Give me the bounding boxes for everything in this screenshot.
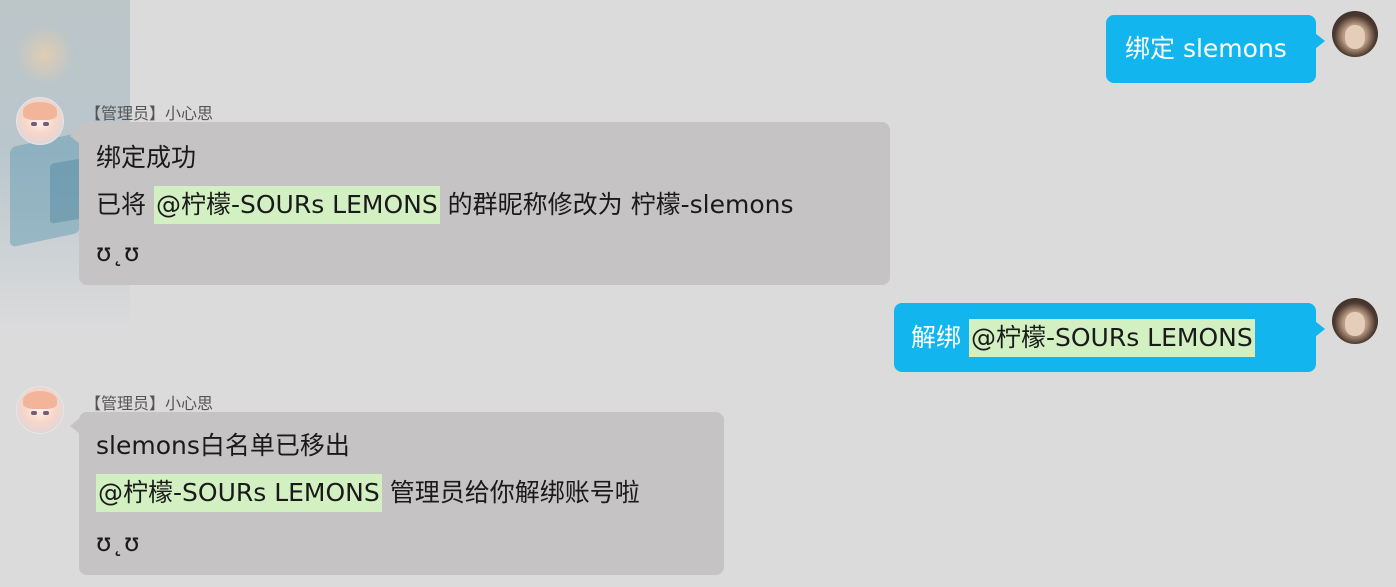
message-text: 已将 (96, 190, 154, 219)
bubble-tail (1315, 33, 1325, 49)
emoticon-text: ʊ˛ʊ (96, 238, 140, 267)
bot-avatar[interactable] (16, 386, 64, 434)
avatar-eye (43, 122, 49, 126)
avatar-face (1345, 25, 1365, 49)
mention-tag[interactable]: @柠檬-SOURs LEMONS (153, 186, 440, 224)
message-bubble[interactable]: slemons白名单已移出 @柠檬-SOURs LEMONS 管理员给你解绑账号… (79, 412, 724, 575)
avatar-hair (23, 391, 57, 409)
avatar-face (1345, 312, 1365, 336)
message-bubble[interactable]: 解绑 @柠檬-SOURs LEMONS (894, 303, 1316, 372)
sender-name[interactable]: 【管理员】小心思 (85, 390, 213, 414)
message-text: 解绑 (911, 323, 969, 352)
bot-avatar[interactable] (16, 97, 64, 145)
message-text: 管理员给你解绑账号啦 (381, 478, 640, 507)
message-line: @柠檬-SOURs LEMONS 管理员给你解绑账号啦 (96, 474, 640, 512)
message-line: 绑定成功 (96, 143, 197, 172)
avatar-eye (43, 411, 49, 415)
mention-tag[interactable]: @柠檬-SOURs LEMONS (96, 474, 382, 512)
sender-name[interactable]: 【管理员】小心思 (85, 100, 213, 124)
self-avatar[interactable] (1332, 11, 1378, 57)
message-bubble[interactable]: 绑定 slemons (1106, 15, 1316, 83)
mention-tag[interactable]: @柠檬-SOURs LEMONS (968, 319, 1255, 357)
message-line: 已将 @柠檬-SOURs LEMONS 的群昵称修改为 柠檬-slemons (96, 186, 794, 224)
emoticon-text: ʊ˛ʊ (96, 528, 140, 557)
avatar-hair (23, 102, 57, 120)
message-text: 绑定 slemons (1125, 34, 1287, 63)
avatar-eye (31, 122, 37, 126)
message-line: 解绑 @柠檬-SOURs LEMONS (911, 319, 1255, 357)
self-avatar[interactable] (1332, 298, 1378, 344)
avatar-eye (31, 411, 37, 415)
message-line: slemons白名单已移出 (96, 431, 350, 460)
background-glow (15, 25, 75, 85)
bubble-tail (1315, 321, 1325, 337)
message-bubble[interactable]: 绑定成功 已将 @柠檬-SOURs LEMONS 的群昵称修改为 柠檬-slem… (79, 122, 890, 285)
message-text: 的群昵称修改为 柠檬-slemons (439, 190, 794, 219)
